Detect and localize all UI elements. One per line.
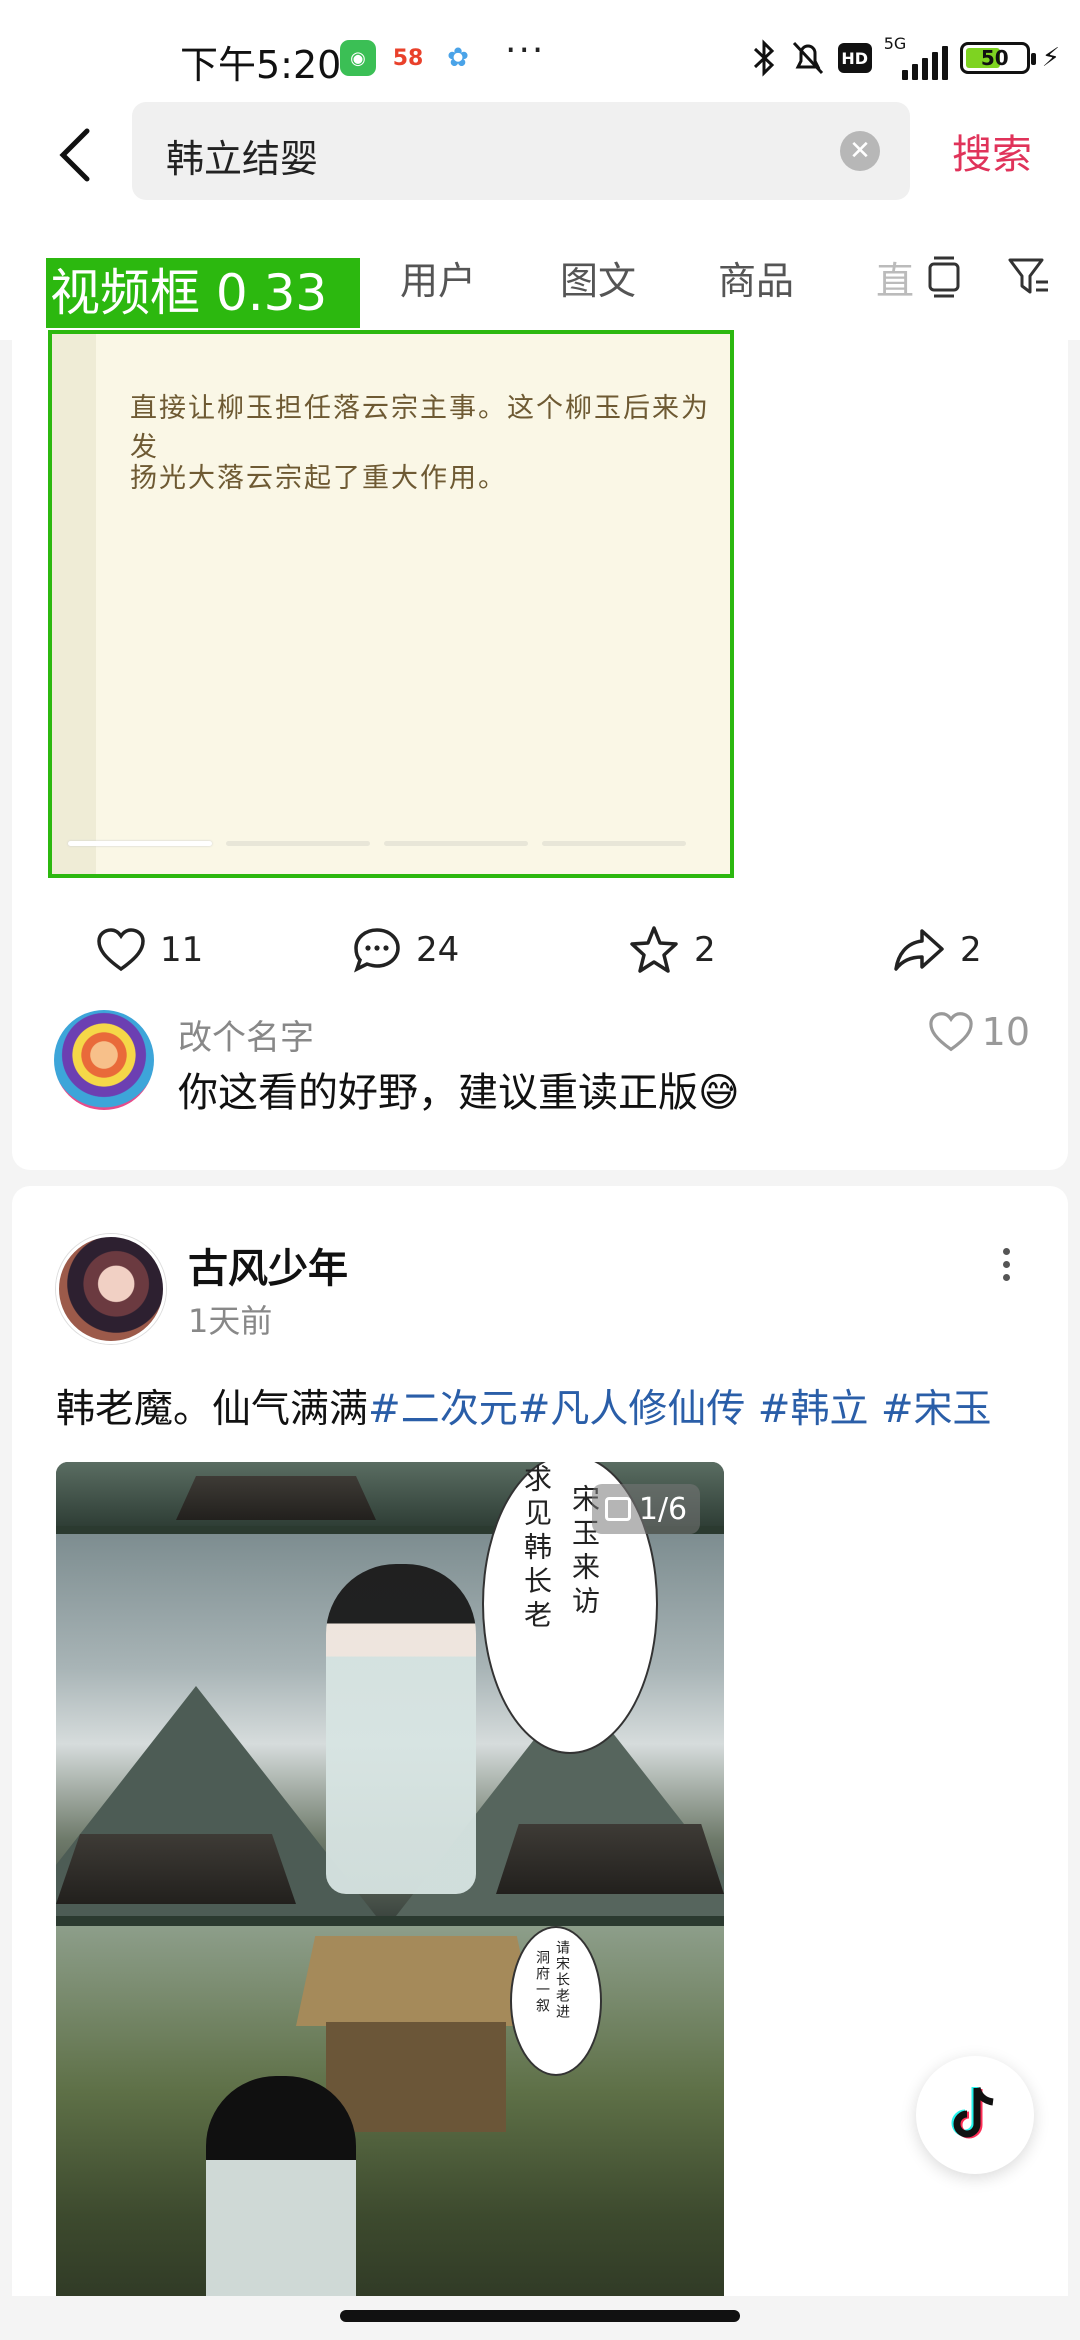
- video-frame[interactable]: 直接让柳玉担任落云宗主事。这个柳玉后来为发 扬光大落云宗起了重大作用。: [48, 330, 734, 878]
- share-count: 2: [960, 930, 982, 970]
- comic-panel: 请宋长老进 洞府一叙: [56, 1926, 724, 2340]
- filter-icon[interactable]: [1000, 248, 1056, 304]
- app-cat-icon: ◉: [340, 40, 376, 76]
- comment-button[interactable]: 24: [352, 910, 459, 990]
- layout-switch-icon[interactable]: [916, 248, 972, 304]
- app-58-icon: 58: [390, 40, 426, 76]
- share-button[interactable]: 2: [892, 910, 982, 990]
- network-label: 5G: [883, 34, 907, 53]
- douyin-floating-button[interactable]: [916, 2056, 1034, 2174]
- top-comment[interactable]: 改个名字 你这看的好野，建议重读正版😅 10: [12, 1010, 1068, 1130]
- multi-image-icon: [604, 1497, 631, 1521]
- tab-image-text[interactable]: 图文: [560, 250, 636, 305]
- comment-icon: [354, 928, 400, 973]
- search-results-page: 下午5:20 ◉ 58 ✿ ··· HD 5G 50 ⚡ 韩立结婴 ✕ 搜索 用…: [0, 0, 1080, 2340]
- notification-more-icon: ···: [505, 30, 546, 71]
- tab-users[interactable]: 用户: [400, 250, 476, 305]
- battery-level: 50: [980, 46, 1009, 70]
- status-time: 下午5:20: [180, 43, 342, 87]
- clear-search-icon[interactable]: ✕: [840, 131, 880, 171]
- home-indicator[interactable]: [340, 2310, 740, 2322]
- search-query: 韩立结婴: [166, 137, 319, 181]
- heart-icon: [928, 1012, 973, 1052]
- hashtag-link[interactable]: #二次元: [368, 1387, 518, 1432]
- video-text-line: 直接让柳玉担任落云宗主事。这个柳玉后来为发: [130, 393, 710, 463]
- status-bar: 下午5:20 ◉ 58 ✿ ··· HD 5G 50 ⚡: [0, 0, 1080, 100]
- like-button[interactable]: 11: [96, 910, 203, 990]
- signal-icon: 5G: [884, 34, 948, 80]
- search-button[interactable]: 搜索: [952, 122, 1032, 180]
- detection-overlay-label: 视频框 0.33: [46, 258, 360, 328]
- post-actions: 11 24 2 2: [12, 910, 1068, 990]
- back-button[interactable]: [40, 120, 110, 190]
- author-name[interactable]: 古风少年: [188, 1236, 348, 1294]
- favorite-button[interactable]: 2: [628, 910, 716, 990]
- favorite-count: 2: [694, 930, 716, 970]
- like-count: 11: [160, 930, 204, 970]
- image-page-indicator: 1/6: [592, 1484, 700, 1534]
- comment-like-count: 10: [981, 1010, 1030, 1054]
- battery-icon: 50: [959, 42, 1036, 74]
- status-right-group: HD 5G 50 ⚡: [752, 34, 1060, 80]
- share-arrow-icon: [894, 929, 944, 971]
- star-icon: [630, 926, 678, 973]
- post-time: 1天前: [188, 1302, 273, 1340]
- carousel-progress: [68, 841, 686, 846]
- app-cloud-icon: ✿: [440, 40, 476, 76]
- bluetooth-icon: [752, 38, 778, 78]
- hd-icon: HD: [837, 43, 872, 73]
- avatar[interactable]: [56, 1234, 166, 1344]
- tab-live[interactable]: 直: [876, 250, 914, 305]
- caption-text: 韩老魔。仙气满满: [56, 1387, 369, 1432]
- hashtag-link[interactable]: #凡人修仙传: [518, 1387, 746, 1432]
- post-card: 直接让柳玉担任落云宗主事。这个柳玉后来为发 扬光大落云宗起了重大作用。 11 2…: [12, 330, 1068, 1170]
- charging-icon: ⚡: [1041, 43, 1060, 73]
- comment-like-button[interactable]: 10: [928, 1010, 1030, 1054]
- post-image[interactable]: 宋玉来访 求见韩长老 请宋长老进 洞府一叙: [56, 1462, 724, 2340]
- speech-bubble-text: 洞府一叙: [534, 1950, 550, 2014]
- hashtag-link[interactable]: #韩立: [745, 1387, 869, 1432]
- tab-products[interactable]: 商品: [718, 250, 794, 305]
- comment-username[interactable]: 改个名字: [178, 1010, 314, 1059]
- video-text-line: 扬光大落云宗起了重大作用。: [130, 463, 507, 494]
- hashtag-link[interactable]: #宋玉: [868, 1387, 992, 1432]
- comment-count: 24: [416, 930, 460, 970]
- search-input[interactable]: 韩立结婴 ✕: [132, 102, 910, 200]
- comment-text: 你这看的好野，建议重读正版😅: [178, 1070, 740, 1116]
- image-count: 1/6: [638, 1491, 688, 1527]
- douyin-logo-icon: [951, 2086, 994, 2139]
- post-card: 古风少年 1天前 韩老魔。仙气满满#二次元#凡人修仙传 #韩立 #宋玉 宋玉来访…: [12, 1186, 1068, 2340]
- avatar[interactable]: [54, 1010, 154, 1110]
- speech-bubble-text: 请宋长老进: [554, 1940, 570, 2020]
- mute-bell-icon: [790, 38, 826, 78]
- search-header: 韩立结婴 ✕ 搜索: [0, 100, 1080, 230]
- speech-bubble-text: 求见韩长老: [520, 1464, 553, 1634]
- more-options-icon[interactable]: [984, 1242, 1028, 1286]
- comic-panel: 宋玉来访 求见韩长老: [56, 1462, 724, 1916]
- post-caption[interactable]: 韩老魔。仙气满满#二次元#凡人修仙传 #韩立 #宋玉: [56, 1378, 992, 1434]
- heart-icon: [97, 928, 145, 972]
- chevron-left-icon: [59, 128, 90, 182]
